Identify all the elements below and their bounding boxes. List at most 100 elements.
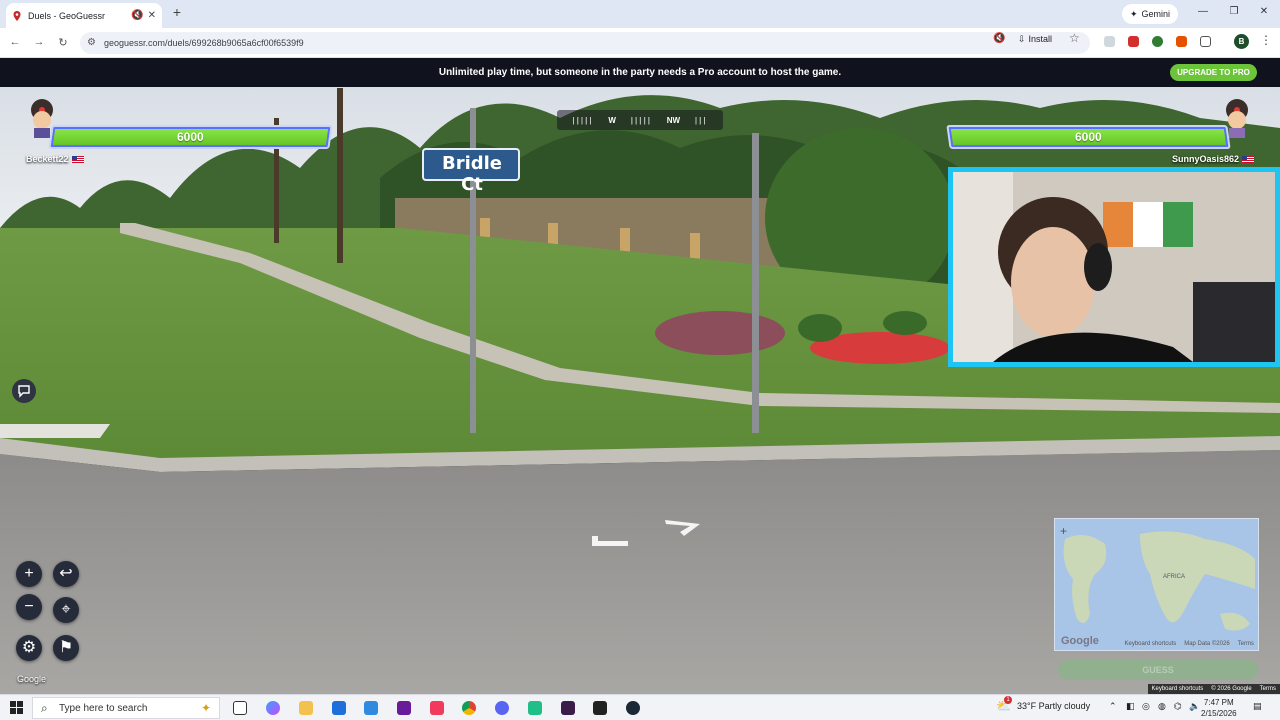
tray-app-icon[interactable]: ◎ — [1142, 701, 1150, 712]
extensions-puzzle-icon[interactable] — [1200, 36, 1211, 47]
reload-icon[interactable]: ↻ — [56, 36, 70, 49]
url-field[interactable]: ⚙ geoguessr.com/duels/699268b9065a6cf00f… — [80, 32, 1090, 54]
muted-tab-icon[interactable]: 🔇 — [993, 33, 1005, 44]
street-sign-text: Bridle Ct — [441, 153, 503, 195]
tab-mute-icon[interactable]: 🔇 — [131, 10, 143, 21]
tray-app-icon[interactable]: ◍ — [1158, 701, 1166, 712]
guess-minimap[interactable]: + AFRICA Google Keyboard shortcuts Map D… — [1054, 518, 1259, 651]
gemini-label: Gemini — [1141, 9, 1171, 19]
player-right-avatar — [1226, 99, 1248, 138]
taskbar-clock[interactable]: 7:47 PM 2/15/2026 — [1201, 697, 1237, 719]
compass-ticks: ||| — [694, 115, 708, 125]
next-app-icon[interactable] — [397, 701, 411, 715]
tab-title: Duels - GeoGuessr — [28, 10, 106, 21]
itunes-icon[interactable] — [430, 701, 444, 715]
tab-close-icon[interactable]: ✕ — [148, 10, 156, 21]
game-viewport[interactable]: Bridle Ct Unlimited play time, but someo… — [0, 58, 1280, 694]
compass-strip: ||||| W ||||| NW ||| — [557, 110, 723, 130]
gemini-sparkle-icon: ✦ — [1130, 8, 1138, 19]
settings-button[interactable]: ⚙ — [16, 635, 42, 661]
copilot-icon[interactable] — [266, 701, 280, 715]
minimap-footer: Keyboard shortcuts Map Data ©2026 Terms — [1125, 641, 1255, 647]
browser-menu-icon[interactable]: ⋮ — [1260, 33, 1272, 47]
install-icon: ⇩ — [1018, 33, 1026, 44]
address-bar-row: ← → ↻ ⚙ geoguessr.com/duels/699268b9065a… — [0, 28, 1280, 58]
volume-icon[interactable]: 🔈 — [1189, 701, 1200, 712]
return-to-start-button[interactable]: ⌖ — [53, 597, 79, 623]
minimap-terms[interactable]: Terms — [1238, 641, 1254, 647]
task-view-icon[interactable] — [233, 701, 247, 715]
geoguessr-favicon-icon — [13, 10, 21, 21]
webcam-feed — [953, 172, 1275, 362]
site-info-icon[interactable]: ⚙ — [87, 37, 98, 48]
checkpoint-flag-button[interactable]: ⚑ — [53, 635, 79, 661]
tray-overflow-icon[interactable]: ⌃ — [1109, 701, 1117, 712]
minimap-google-logo: Google — [1061, 635, 1099, 647]
notifications-icon[interactable]: ▤ — [1253, 701, 1262, 712]
minimize-window-button[interactable]: — — [1196, 6, 1210, 17]
close-window-button[interactable]: ✕ — [1257, 6, 1271, 17]
restore-window-button[interactable]: ❐ — [1227, 6, 1241, 17]
google-watermark: Google — [17, 674, 47, 684]
us-flag-icon — [71, 155, 84, 163]
pro-promo-banner: Unlimited play time, but someone in the … — [0, 58, 1280, 87]
network-icon[interactable]: ⌬ — [1174, 701, 1182, 712]
discord-icon[interactable] — [495, 701, 509, 715]
minimap-expand-icon[interactable]: + — [1060, 524, 1067, 538]
streetview-footer: Keyboard shortcuts © 2026 Google Terms — [1147, 684, 1280, 694]
sv-keyboard-shortcuts[interactable]: Keyboard shortcuts — [1152, 686, 1204, 692]
windows-start-icon[interactable] — [10, 701, 23, 714]
outlook-icon[interactable] — [364, 701, 378, 715]
undo-move-button[interactable]: ↩ — [53, 561, 79, 587]
player-left-name: Beckett22 — [26, 154, 69, 164]
epic-games-icon[interactable] — [593, 701, 607, 715]
world-map — [1055, 519, 1258, 650]
compass-ticks: ||||| — [572, 115, 594, 125]
clock-time: 7:47 PM — [1203, 698, 1234, 707]
windows-taskbar: ⌕ Type here to search ✦ ⛅ 1 33°F Partly … — [0, 694, 1280, 720]
extension-icon[interactable] — [1152, 36, 1163, 47]
chrome-icon[interactable] — [462, 701, 476, 715]
profile-avatar[interactable]: B — [1234, 34, 1249, 49]
minimap-africa-label: AFRICA — [1163, 574, 1186, 580]
sv-terms[interactable]: Terms — [1260, 686, 1276, 692]
extension-icon[interactable] — [1128, 36, 1139, 47]
tray-app-icon[interactable]: ◧ — [1126, 701, 1135, 712]
gemini-button[interactable]: ✦ Gemini — [1122, 4, 1179, 24]
microsoft-store-icon[interactable] — [332, 701, 346, 715]
minimap-map-data: Map Data ©2026 — [1184, 641, 1230, 647]
browser-tab[interactable]: Duels - GeoGuessr 🔇 ✕ — [6, 3, 162, 28]
guess-button[interactable]: GUESS — [1058, 660, 1258, 680]
zoom-in-button[interactable]: + — [16, 561, 42, 587]
player-right-nameplate: SunnyOasis862 — [1172, 154, 1255, 164]
minimap-keyboard-shortcuts[interactable]: Keyboard shortcuts — [1125, 641, 1177, 647]
upgrade-to-pro-button[interactable]: UPGRADE TO PRO — [1170, 64, 1257, 81]
compass-ticks: ||||| — [630, 115, 652, 125]
steam-icon[interactable] — [626, 701, 640, 715]
player-right-name: SunnyOasis862 — [1172, 154, 1240, 164]
us-flag-icon — [1242, 155, 1255, 163]
extension-icon[interactable] — [1176, 36, 1187, 47]
forward-arrow-icon[interactable]: → — [32, 36, 46, 48]
taskbar-search-box[interactable]: ⌕ Type here to search ✦ — [32, 697, 220, 719]
back-arrow-icon[interactable]: ← — [8, 36, 22, 48]
streamer-webcam-overlay — [948, 167, 1280, 367]
zoom-out-button[interactable]: − — [16, 594, 42, 620]
player-left-nameplate: Beckett22 — [26, 154, 84, 164]
app-icon[interactable] — [561, 701, 575, 715]
browser-tab-strip: Duels - GeoGuessr 🔇 ✕ + ✦ Gemini — ❐ ✕ — [0, 0, 1280, 28]
url-text: geoguessr.com/duels/699268b9065a6cf00f65… — [104, 38, 304, 48]
app-icon[interactable] — [528, 701, 542, 715]
sv-copyright: © 2026 Google — [1211, 686, 1252, 692]
install-app-button[interactable]: ⇩ Install — [1018, 32, 1052, 46]
search-highlight-icon: ✦ — [200, 701, 211, 715]
extension-icon[interactable] — [1104, 36, 1115, 47]
file-explorer-icon[interactable] — [299, 701, 313, 715]
new-tab-button[interactable]: + — [170, 5, 184, 19]
player-left-health: 6000 — [177, 130, 204, 144]
chat-button[interactable] — [12, 379, 36, 403]
search-icon: ⌕ — [41, 701, 48, 715]
weather-text[interactable]: 33°F Partly cloudy — [1017, 701, 1090, 711]
bookmark-star-icon[interactable]: ☆ — [1069, 31, 1080, 45]
clock-date: 2/15/2026 — [1201, 709, 1237, 718]
